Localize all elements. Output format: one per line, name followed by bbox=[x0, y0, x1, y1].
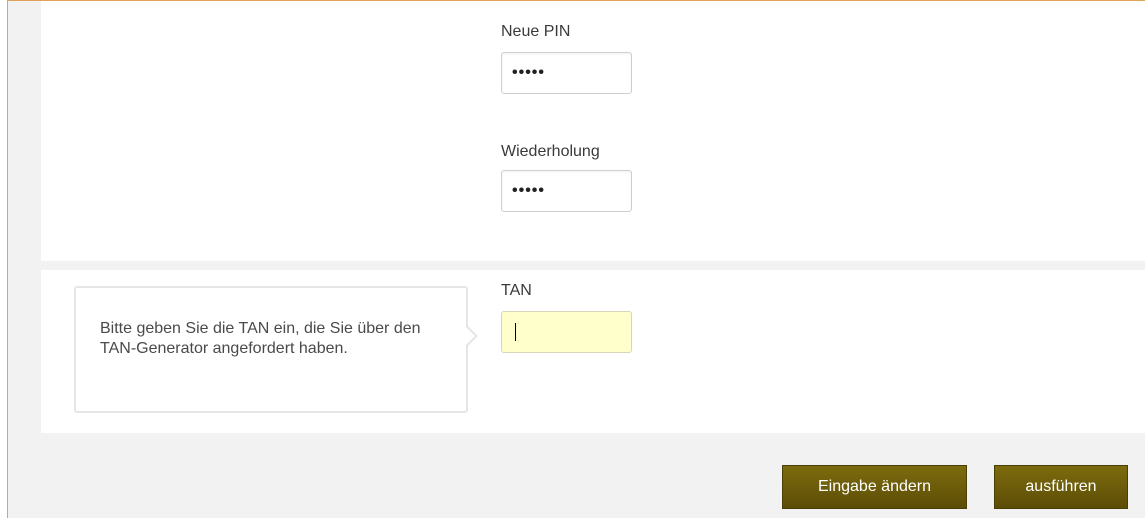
execute-button[interactable]: ausführen bbox=[994, 465, 1128, 509]
tan-label: TAN bbox=[501, 282, 532, 299]
tan-input[interactable] bbox=[501, 311, 632, 353]
new-pin-input[interactable]: ••••• bbox=[501, 52, 632, 94]
form-frame: Neue PIN ••••• Wiederholung ••••• TAN Bi… bbox=[7, 0, 1145, 518]
tan-hint-tooltip: Bitte geben Sie die TAN ein, die Sie übe… bbox=[74, 286, 478, 413]
tooltip-arrow-fill bbox=[465, 326, 475, 346]
tan-hint-text: Bitte geben Sie die TAN ein, die Sie übe… bbox=[100, 320, 421, 357]
new-pin-label: Neue PIN bbox=[501, 23, 571, 40]
change-input-button[interactable]: Eingabe ändern bbox=[782, 465, 967, 509]
pin-section: Neue PIN ••••• Wiederholung ••••• bbox=[41, 1, 1145, 261]
repeat-pin-input[interactable]: ••••• bbox=[501, 170, 632, 212]
repeat-pin-label: Wiederholung bbox=[501, 143, 600, 160]
